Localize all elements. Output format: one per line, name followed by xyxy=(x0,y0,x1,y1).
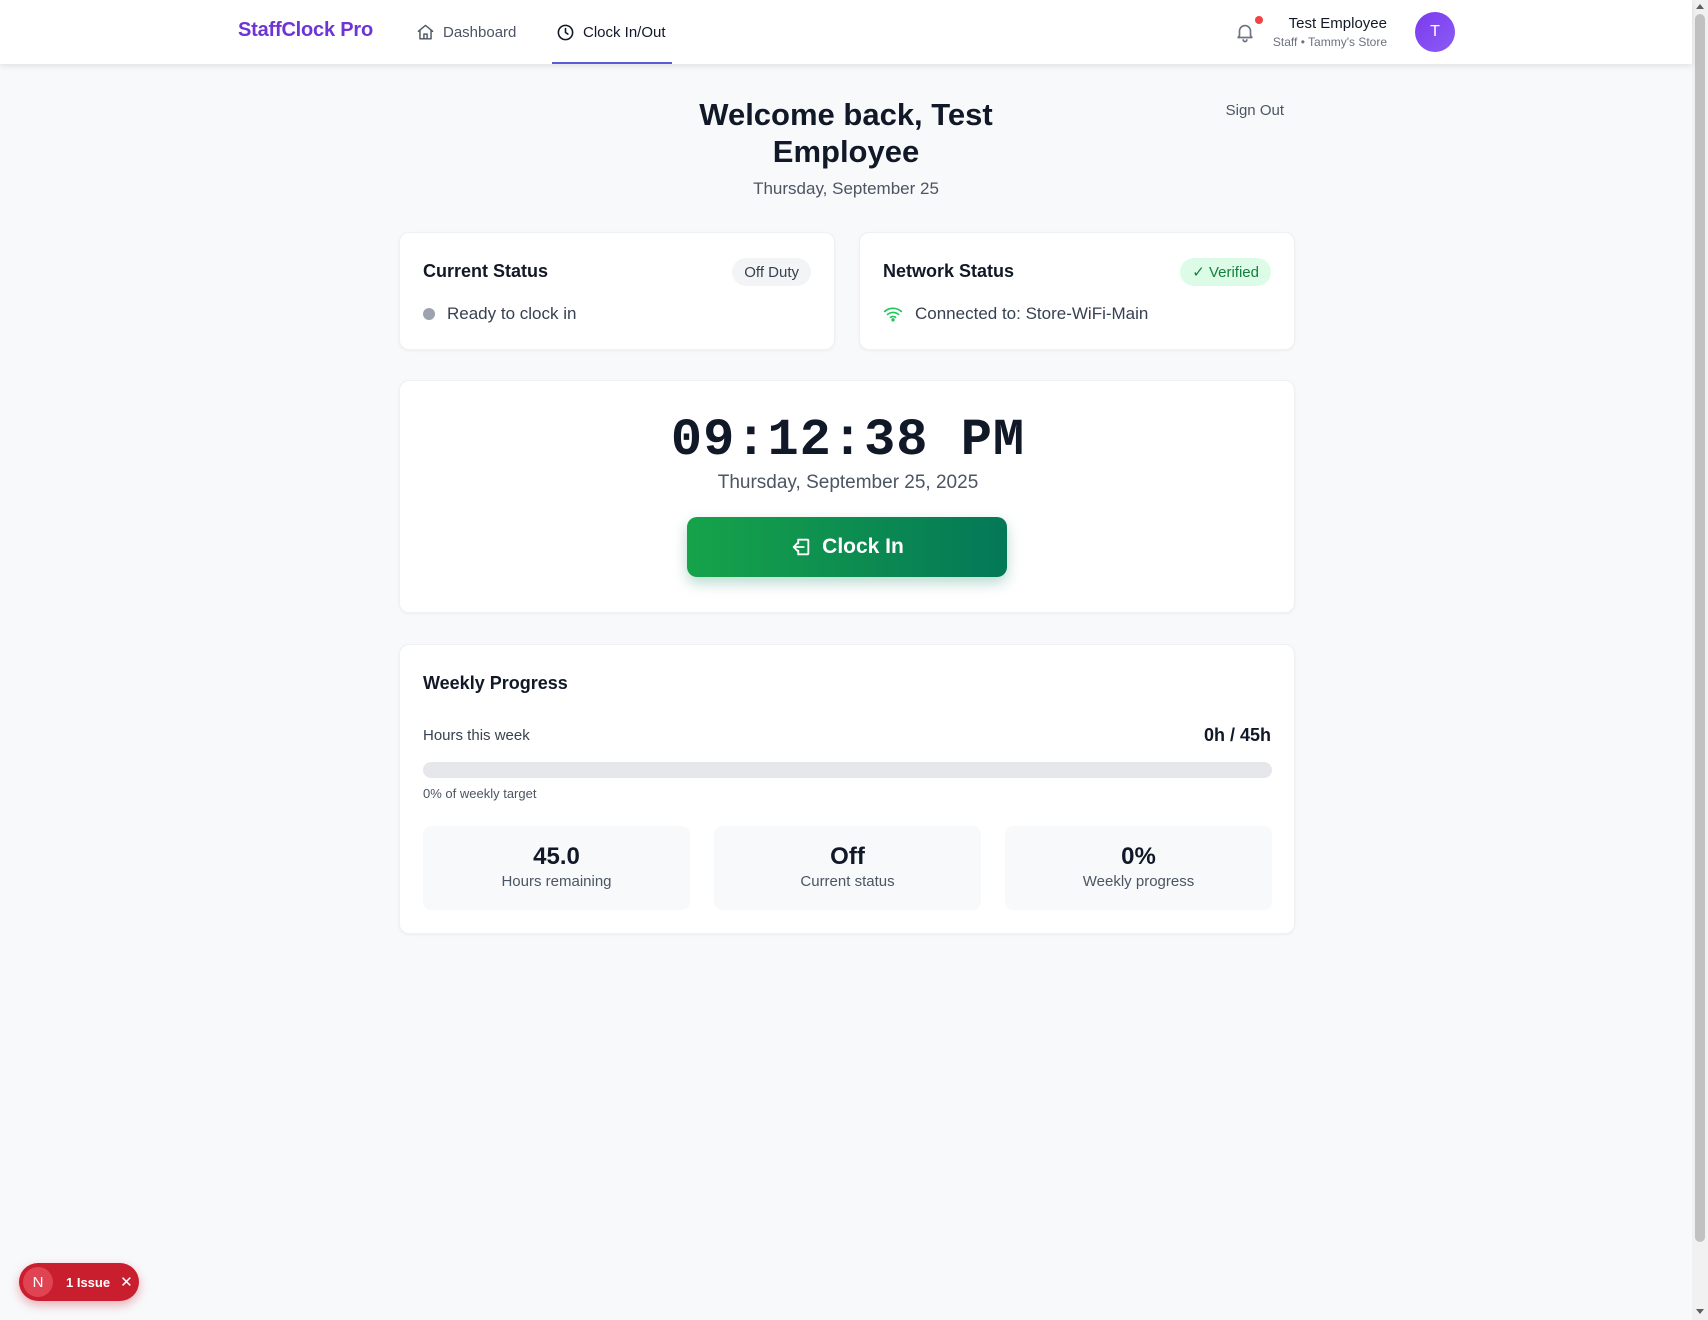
issues-badge[interactable]: N 1 Issue ✕ xyxy=(19,1263,139,1301)
top-nav: StaffClock Pro Dashboard Clock In/Out Te… xyxy=(0,0,1692,64)
stat-current-status: Off Current status xyxy=(714,826,981,910)
brand-logo[interactable]: StaffClock Pro xyxy=(238,19,373,42)
login-icon xyxy=(792,538,810,556)
wifi-icon xyxy=(883,307,903,322)
clock-in-button[interactable]: Clock In xyxy=(687,517,1007,577)
target-label: 0% of weekly target xyxy=(423,786,537,801)
network-status-title: Network Status xyxy=(883,261,1015,281)
nav-clock-in-out-label: Clock In/Out xyxy=(583,23,666,41)
weekly-progress-card: Weekly Progress Hours this week 0h / 45h… xyxy=(399,644,1295,934)
scroll-down-icon[interactable] xyxy=(1696,1309,1704,1314)
scrollbar[interactable] xyxy=(1692,0,1708,1320)
network-line: Connected to: Store-WiFi-Main xyxy=(883,304,1148,324)
issue-logo-icon: N xyxy=(23,1267,53,1297)
hours-label: Hours this week xyxy=(423,727,530,744)
weekly-progress-title: Weekly Progress xyxy=(423,673,568,693)
hours-value: 0h / 45h xyxy=(1203,725,1271,745)
scroll-up-icon[interactable] xyxy=(1696,4,1704,9)
status-badge: Off Duty xyxy=(732,258,811,286)
network-text: Connected to: Store-WiFi-Main xyxy=(915,304,1149,323)
stat-label: Hours remaining xyxy=(501,873,612,890)
clock-time: 09:12:38 PM xyxy=(670,411,1026,470)
status-dot-icon xyxy=(423,308,435,320)
weekly-progress-bar xyxy=(423,762,1272,778)
stat-weekly-progress: 0% Weekly progress xyxy=(1005,826,1272,910)
sign-out-button[interactable]: Sign Out xyxy=(1200,102,1284,119)
clock-icon xyxy=(557,24,574,40)
current-status-card: Current Status Off Duty Ready to clock i… xyxy=(399,232,835,350)
stat-value: Off xyxy=(830,843,865,870)
verified-badge: ✓ Verified xyxy=(1180,258,1271,286)
avatar[interactable]: T xyxy=(1415,12,1455,52)
clock-in-label: Clock In xyxy=(822,535,904,558)
stat-value: 45.0 xyxy=(533,843,580,870)
issue-count: 1 Issue xyxy=(66,1274,111,1290)
nav-dashboard-label: Dashboard xyxy=(443,23,517,41)
status-line: Ready to clock in xyxy=(423,304,576,324)
nav-clock-in-out[interactable]: Clock In/Out xyxy=(552,0,672,64)
status-text: Ready to clock in xyxy=(447,304,577,323)
network-status-card: Network Status ✓ Verified Connected to: … xyxy=(859,232,1295,350)
user-role: Staff • Tammy's Store xyxy=(1272,35,1387,49)
user-name: Test Employee xyxy=(1288,15,1387,32)
stat-hours-remaining: 45.0 Hours remaining xyxy=(423,826,690,910)
scroll-thumb[interactable] xyxy=(1695,14,1705,1242)
user-info[interactable]: Test Employee Staff • Tammy's Store xyxy=(1187,15,1387,50)
home-icon xyxy=(417,24,434,40)
close-icon[interactable]: ✕ xyxy=(120,1273,133,1291)
stat-value: 0% xyxy=(1121,843,1156,870)
clock-card: 09:12:38 PM Thursday, September 25, 2025… xyxy=(399,380,1295,613)
clock-date: Thursday, September 25, 2025 xyxy=(717,472,979,493)
stat-label: Weekly progress xyxy=(1082,873,1195,890)
page-date: Thursday, September 25 xyxy=(753,179,939,198)
current-status-title: Current Status xyxy=(423,261,549,281)
stat-label: Current status xyxy=(800,873,895,890)
page-title: Welcome back, Test Employee xyxy=(699,97,993,169)
nav-dashboard[interactable]: Dashboard xyxy=(416,0,516,64)
